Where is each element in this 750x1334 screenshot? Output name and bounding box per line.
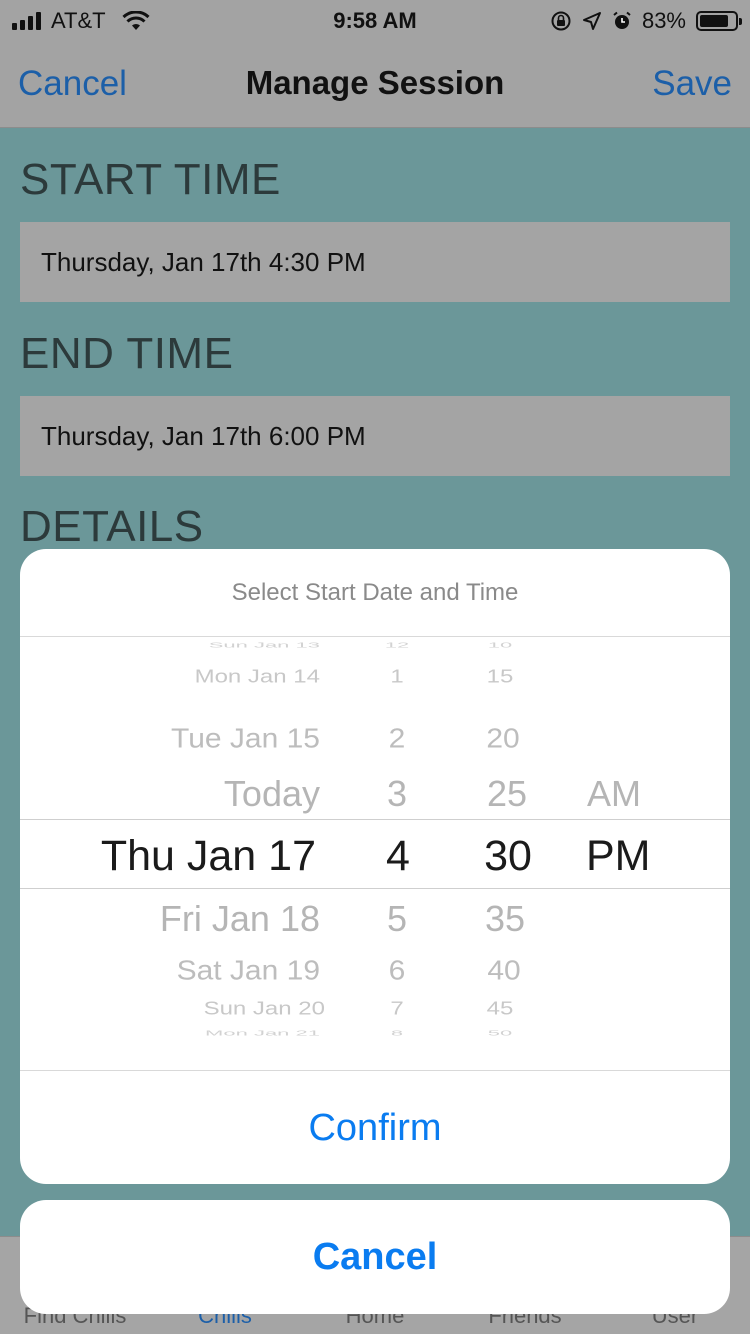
picker-ampm-item[interactable]: AM: [587, 776, 641, 812]
start-time-heading: START TIME: [20, 155, 281, 204]
picker-minute-item[interactable]: 10: [455, 641, 545, 649]
picker-minute-item[interactable]: 15: [455, 668, 545, 686]
picker-minute-item[interactable]: 35: [460, 901, 550, 937]
battery-icon: [696, 11, 742, 31]
confirm-button[interactable]: Confirm: [20, 1070, 730, 1184]
picker-date-item[interactable]: Mon Jan 14: [60, 668, 320, 686]
picker-date-item[interactable]: Fri Jan 18: [60, 901, 320, 937]
alarm-icon: [613, 11, 631, 29]
picker-ampm-selected[interactable]: PM: [586, 835, 651, 878]
details-heading: DETAILS: [20, 502, 204, 551]
location-icon: [582, 12, 601, 30]
picker-minute-item[interactable]: 50: [455, 1029, 545, 1037]
picker-hour-item[interactable]: 1: [357, 668, 437, 686]
picker-date-item[interactable]: Sun Jan 20: [60, 1000, 325, 1018]
status-bar: AT&T 9:58 AM 83%: [0, 0, 750, 40]
picker-hour-item[interactable]: 3: [357, 776, 437, 812]
picker-selection-bottom-line: [20, 888, 730, 889]
picker-date-item[interactable]: Today: [60, 776, 320, 812]
picker-date-item[interactable]: Sun Jan 13: [60, 641, 320, 649]
picker-hour-item[interactable]: 12: [357, 641, 437, 649]
status-right: 83%: [550, 8, 742, 34]
picker-selection-top-line: [20, 819, 730, 820]
picker-minute-item[interactable]: 40: [459, 957, 549, 985]
picker-date-selected[interactable]: Thu Jan 17: [40, 835, 316, 878]
date-picker-sheet: Select Start Date and Time Sun Jan 13 Mo…: [20, 549, 730, 1184]
end-time-heading: END TIME: [20, 329, 234, 378]
nav-bar: Cancel Manage Session Save: [0, 40, 750, 128]
picker-hour-item[interactable]: 8: [357, 1029, 437, 1037]
picker-minute-item[interactable]: 45: [455, 1000, 545, 1018]
nav-save-button[interactable]: Save: [652, 64, 732, 104]
end-time-field[interactable]: Thursday, Jan 17th 6:00 PM: [20, 396, 730, 476]
picker-minute-selected[interactable]: 30: [458, 835, 558, 878]
picker-date-item[interactable]: Mon Jan 21: [60, 1029, 320, 1037]
picker-hour-item[interactable]: 5: [357, 901, 437, 937]
page-title: Manage Session: [245, 64, 505, 101]
sheet-cancel-button[interactable]: Cancel: [20, 1200, 730, 1314]
sheet-title: Select Start Date and Time: [20, 549, 730, 637]
start-time-field[interactable]: Thursday, Jan 17th 4:30 PM: [20, 222, 730, 302]
picker-date-item[interactable]: Sat Jan 19: [60, 957, 320, 985]
battery-percent: 83%: [641, 8, 686, 33]
picker-hour-item[interactable]: 2: [357, 725, 437, 753]
battery-fill: [700, 15, 729, 27]
picker-minute-item[interactable]: 25: [462, 776, 552, 812]
picker-date-item[interactable]: Tue Jan 15: [60, 725, 320, 753]
picker-hour-item[interactable]: 6: [357, 957, 437, 985]
picker-hour-selected[interactable]: 4: [358, 835, 438, 878]
date-time-picker[interactable]: Sun Jan 13 Mon Jan 14 Tue Jan 15 Today T…: [20, 638, 730, 1070]
picker-hour-item[interactable]: 7: [357, 1000, 437, 1018]
picker-minute-item[interactable]: 20: [458, 725, 548, 753]
rotation-lock-icon: [551, 11, 571, 31]
